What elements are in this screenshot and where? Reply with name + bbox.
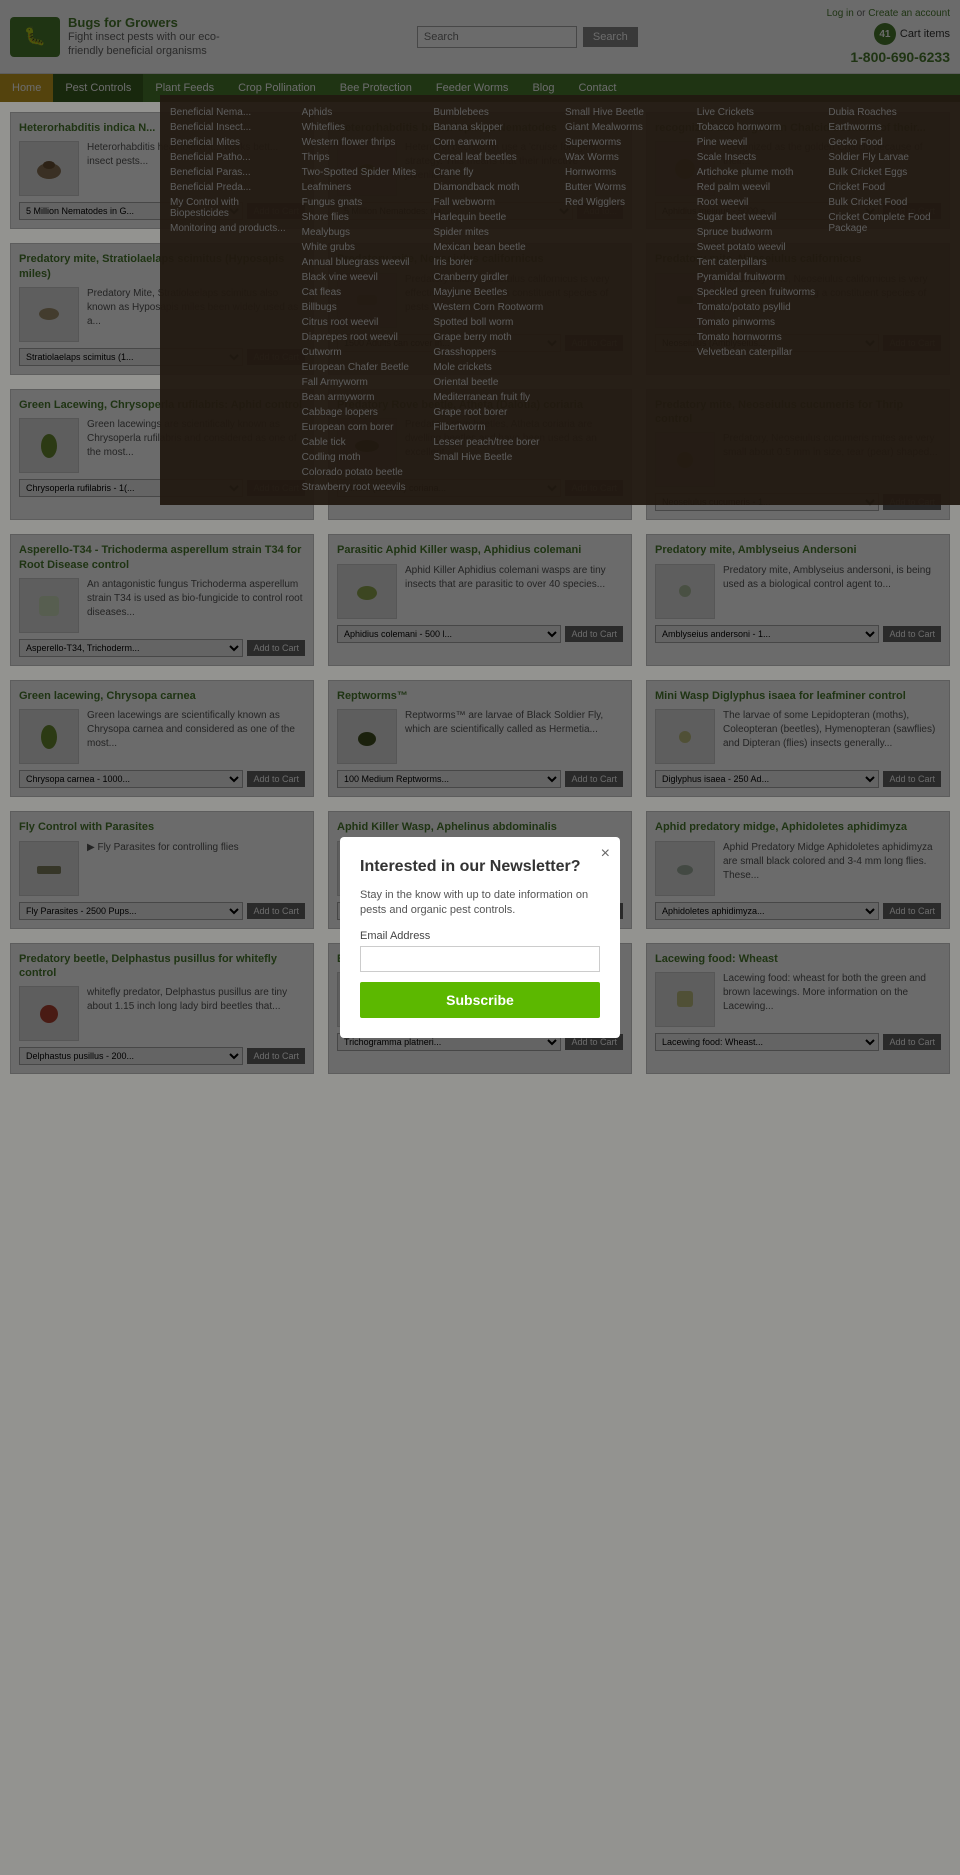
email-input[interactable] <box>360 946 600 972</box>
modal-close-button[interactable]: × <box>601 845 610 863</box>
modal-title: Interested in our Newsletter? <box>360 857 600 878</box>
modal-overlay: × Interested in our Newsletter? Stay in … <box>0 0 960 1875</box>
modal-body: Stay in the know with up to date informa… <box>360 888 600 919</box>
subscribe-button[interactable]: Subscribe <box>360 982 600 1018</box>
email-label: Email Address <box>360 930 600 942</box>
newsletter-modal: × Interested in our Newsletter? Stay in … <box>340 837 620 1039</box>
